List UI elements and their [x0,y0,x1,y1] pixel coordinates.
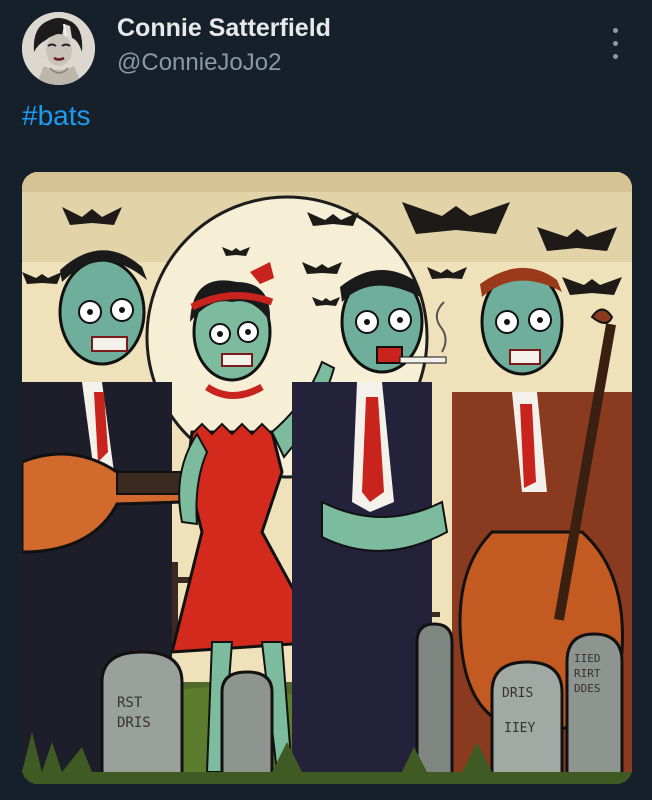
author-handle[interactable]: @ConnieJoJo2 [117,49,281,77]
gravestone-text-2: DRIS [117,715,151,731]
post-image[interactable]: RST DRIS DRIS IIEY IIED RIRT DDES [22,172,632,784]
gravestone-text-1: RST [117,695,143,711]
zombie-band-illustration: RST DRIS DRIS IIEY IIED RIRT DDES [22,172,632,784]
more-options-button[interactable] [602,26,630,62]
avatar[interactable] [22,12,95,85]
hashtag-link[interactable]: #bats [22,100,91,132]
gravestone-text-4: IIEY [504,721,535,736]
gravestone-text-6: RIRT [574,667,601,680]
gravestone-text-3: DRIS [502,686,533,701]
gravestone-text-7: DDES [574,682,601,695]
post-header: Connie Satterfield @ConnieJoJo2 [22,8,632,88]
author-display-name[interactable]: Connie Satterfield [117,14,331,43]
gravestone-text-5: IIED [574,652,601,665]
bride-of-frankenstein-avatar-image [22,12,95,85]
tweet-view: Connie Satterfield @ConnieJoJo2 #bats RS… [0,0,652,800]
